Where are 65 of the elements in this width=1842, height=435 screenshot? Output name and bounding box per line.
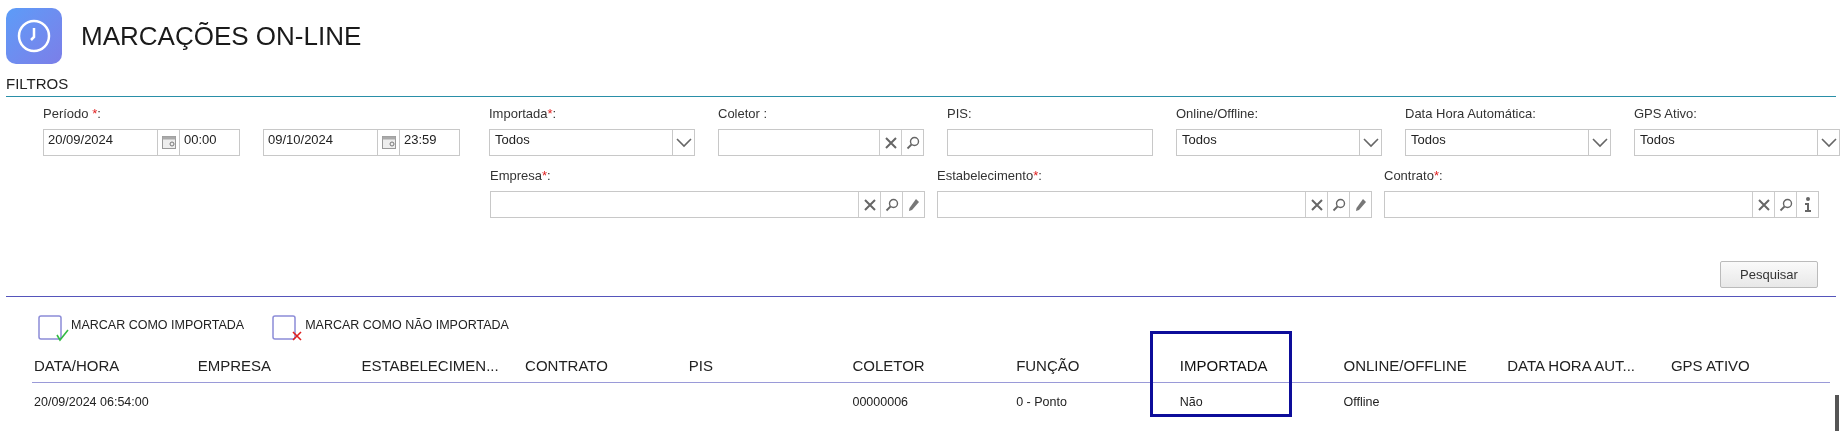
calendar-icon[interactable] [381,136,396,149]
select-field[interactable]: Todos [1405,129,1611,156]
field-label: Período *: [43,105,102,123]
table-cell: 0 - Ponto [1016,395,1067,409]
field-label: Coletor : [718,105,769,123]
column-header[interactable]: EMPRESA [197,356,272,374]
column-header[interactable]: GPS ATIVO [1670,356,1750,374]
search-submit-button[interactable]: Pesquisar [1720,261,1818,288]
column-header[interactable]: CONTRATO [525,356,608,374]
pencil-icon [1354,197,1367,212]
calendar-icon[interactable] [161,136,176,149]
chevron-down-icon [1820,137,1837,148]
checked-box-icon [38,315,70,343]
field-label: Estabelecimento*: [937,167,1043,185]
section-title: FILTROS [6,74,69,94]
table-cell: 00000006 [852,395,909,409]
column-header[interactable]: FUNÇÃO [1016,356,1080,374]
close-icon [863,198,876,211]
field-label: Online/Offline: [1176,105,1260,123]
time-field[interactable]: 23:59 [400,129,460,156]
lookup-field[interactable] [718,129,924,156]
field-label: Empresa*: [490,167,552,185]
search-icon [1778,197,1793,212]
chevron-down-icon [1591,137,1608,148]
column-header[interactable]: IMPORTADA [1179,356,1268,374]
column-header[interactable]: DATA HORA AUT... [1507,356,1635,374]
time-field[interactable]: 00:00 [180,129,240,156]
field-label: Contrato*: [1384,167,1444,185]
select-field[interactable]: Todos [1176,129,1382,156]
search-icon [1331,197,1346,212]
chevron-down-icon [1362,137,1379,148]
table-cell: 20/09/2024 06:54:00 [34,395,149,409]
page-title: MARCAÇÕES ON-LINE [81,19,362,53]
chevron-down-icon [675,137,692,148]
close-icon [884,136,897,149]
scrollbar-thumb[interactable] [1835,395,1839,431]
info-icon [1803,196,1812,213]
column-header[interactable]: ESTABELECIMEN... [361,356,499,374]
field-label: Importada*: [489,105,558,123]
date-field[interactable]: 09/10/2024 [263,129,400,156]
mark-action-button[interactable]: MARCAR COMO NÃO IMPORTADA [272,314,509,343]
mark-action-button[interactable]: MARCAR COMO IMPORTADA [38,314,245,343]
lookup-field[interactable] [937,191,1372,218]
field-label: PIS: [947,105,973,123]
table-cell: Offline [1343,395,1380,409]
close-icon [1310,198,1323,211]
search-icon [884,197,899,212]
select-field[interactable]: Todos [489,129,695,156]
clock-icon [16,18,52,54]
search-icon [905,135,920,150]
date-field[interactable]: 20/09/2024 [43,129,180,156]
pencil-icon [907,197,920,212]
column-header[interactable]: COLETOR [852,356,925,374]
select-field[interactable]: Todos [1634,129,1840,156]
field-label: GPS Ativo: [1634,105,1698,123]
column-header[interactable]: DATA/HORA [34,356,120,374]
table-cell: Não [1179,395,1203,409]
lookup-field[interactable] [1384,191,1819,218]
close-icon [1757,198,1770,211]
crossed-box-icon [272,315,305,343]
input-field[interactable] [947,129,1153,156]
lookup-field[interactable] [490,191,925,218]
field-label: Data Hora Automática: [1405,105,1537,123]
column-header[interactable]: ONLINE/OFFLINE [1343,356,1467,374]
column-header[interactable]: PIS [688,356,713,374]
